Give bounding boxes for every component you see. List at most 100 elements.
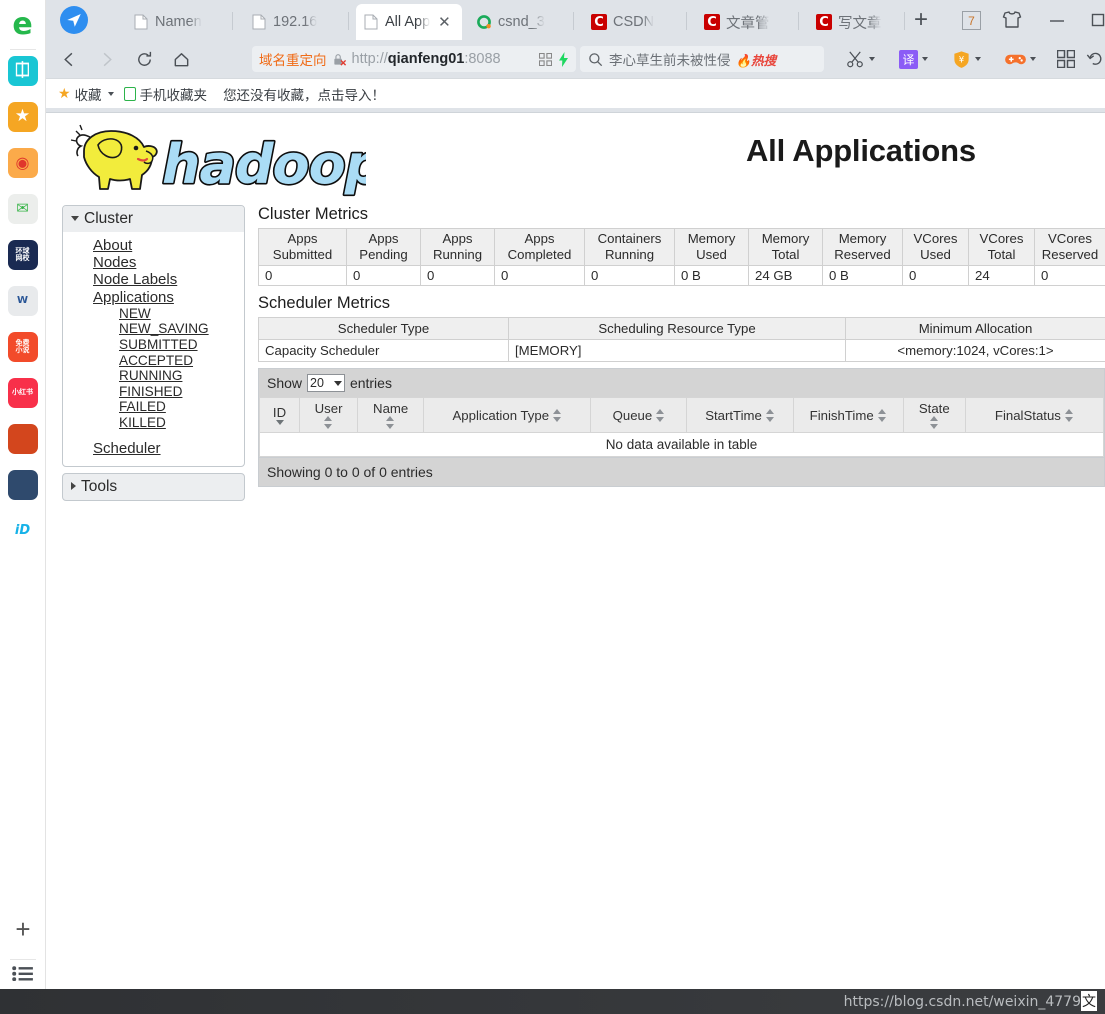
sidebar-link[interactable]: Node Labels bbox=[93, 271, 177, 288]
tab-count-badge[interactable]: 7 bbox=[962, 11, 981, 30]
dock-item-iqiyi[interactable]: iD bbox=[7, 516, 38, 546]
dock-item-global-netease[interactable]: 环球 网校 bbox=[7, 240, 38, 270]
bookmarks-import-hint[interactable]: 您还没有收藏，点击导入！ bbox=[223, 84, 385, 104]
sidebar-link[interactable]: ACCEPTED bbox=[119, 353, 193, 368]
translate-tool-button[interactable]: 译 bbox=[899, 46, 928, 72]
address-bar[interactable]: 域名重定向 http://qianfeng01:8088 bbox=[252, 46, 576, 72]
dock-item-weibo[interactable]: ◉ bbox=[7, 148, 38, 178]
cluster-panel-header[interactable]: Cluster bbox=[63, 206, 244, 232]
dock-item-free-novel[interactable]: 免费 小说 bbox=[7, 332, 38, 362]
dock-item-game-one[interactable] bbox=[7, 424, 38, 454]
datatable-info: Showing 0 to 0 of 0 entries bbox=[259, 457, 1104, 486]
col-application-type[interactable]: Application Type bbox=[423, 397, 592, 433]
sidebar-item-accepted[interactable]: ACCEPTED bbox=[63, 353, 244, 369]
insecure-lock-icon[interactable] bbox=[332, 52, 347, 67]
chevron-down-icon[interactable] bbox=[107, 91, 114, 96]
chevron-down-icon[interactable] bbox=[1030, 57, 1036, 61]
sidebar-link[interactable]: KILLED bbox=[119, 415, 166, 430]
bookmark-phone-folder[interactable]: 手机收藏夹 bbox=[123, 84, 208, 104]
tab-namenode[interactable]: Namen bbox=[126, 4, 234, 40]
col-finishtime[interactable]: FinishTime bbox=[792, 397, 904, 433]
sidebar-item-new-saving[interactable]: NEW_SAVING bbox=[63, 321, 244, 337]
window-maximize-button[interactable] bbox=[1087, 10, 1105, 30]
sidebar-item-new[interactable]: NEW bbox=[63, 306, 244, 322]
lightning-icon[interactable] bbox=[558, 51, 569, 67]
gamepad-icon bbox=[1005, 54, 1026, 64]
table-row: 0 0 0 0 0 0 B 24 GB 0 B 0 24 0 bbox=[258, 265, 1105, 286]
bookmark-label: 手机收藏夹 bbox=[139, 87, 208, 104]
sidebar-item-nodes[interactable]: Nodes bbox=[63, 254, 244, 271]
sort-desc-icon bbox=[275, 420, 284, 425]
sidebar-link[interactable]: About bbox=[93, 237, 132, 254]
tab-csnd[interactable]: csnd_3 bbox=[468, 4, 574, 40]
page-size-select[interactable]: 20 bbox=[307, 374, 345, 392]
qr-icon[interactable] bbox=[539, 52, 552, 66]
dock-list-icon[interactable] bbox=[12, 965, 34, 981]
tab-19216[interactable]: 192.16 bbox=[244, 4, 349, 40]
tab-csdn[interactable]: C CSDN bbox=[583, 4, 689, 40]
chevron-down-icon[interactable] bbox=[975, 57, 981, 61]
col-queue[interactable]: Queue bbox=[590, 397, 688, 433]
search-bar[interactable]: 李心草生前未被性侵 🔥热搜 bbox=[580, 46, 824, 72]
tab-close-icon[interactable]: ✕ bbox=[438, 13, 451, 31]
browser-brand-icon[interactable] bbox=[60, 6, 88, 34]
sidebar-link[interactable]: Applications bbox=[93, 289, 174, 306]
cell-memory-used: 0 B bbox=[674, 265, 749, 286]
window-minimize-button[interactable] bbox=[1046, 10, 1068, 30]
sidebar-link[interactable]: NEW bbox=[119, 306, 151, 321]
skin-shirt-icon[interactable] bbox=[1001, 10, 1023, 30]
sidebar-item-failed[interactable]: FAILED bbox=[63, 399, 244, 415]
sidebar-item-submitted[interactable]: SUBMITTED bbox=[63, 337, 244, 353]
bookmark-favorites[interactable]: ★ 收藏 bbox=[58, 84, 114, 104]
col-user[interactable]: User bbox=[299, 397, 359, 433]
sidebar-item-applications[interactable]: Applications bbox=[63, 289, 244, 306]
sidebar-link[interactable]: Nodes bbox=[93, 254, 136, 271]
coupon-tool-button[interactable]: ¥ bbox=[952, 46, 981, 72]
history-tool-button[interactable] bbox=[1086, 46, 1105, 72]
tab-write-article[interactable]: C 写文章 bbox=[808, 4, 914, 40]
sidebar-link[interactable]: Scheduler bbox=[93, 440, 161, 457]
col-starttime[interactable]: StartTime bbox=[686, 397, 794, 433]
sidebar-item-running[interactable]: RUNNING bbox=[63, 368, 244, 384]
dock-item-mail[interactable]: ✉ bbox=[7, 194, 38, 224]
forward-button[interactable] bbox=[93, 46, 119, 72]
col-id[interactable]: ID bbox=[258, 397, 301, 433]
dock-item-xiaohongshu[interactable]: 小红书 bbox=[7, 378, 38, 408]
sidebar-item-node-labels[interactable]: Node Labels bbox=[63, 271, 244, 288]
tab-article-manage[interactable]: C 文章管 bbox=[696, 4, 802, 40]
tab-all-applications[interactable]: All App ✕ bbox=[356, 4, 462, 40]
back-button[interactable] bbox=[56, 46, 82, 72]
screenshot-tool-button[interactable] bbox=[846, 46, 875, 72]
col-state[interactable]: State bbox=[902, 397, 966, 433]
tools-panel-header[interactable]: Tools bbox=[62, 472, 245, 501]
page-icon bbox=[252, 14, 266, 30]
col-name[interactable]: Name bbox=[357, 397, 425, 433]
apps-grid-button[interactable] bbox=[1057, 46, 1075, 72]
tab-label: CSDN bbox=[613, 14, 655, 30]
sidebar-link[interactable]: SUBMITTED bbox=[119, 337, 198, 352]
sidebar-link[interactable]: NEW_SAVING bbox=[119, 321, 209, 336]
sidebar-link[interactable]: FINISHED bbox=[119, 384, 182, 399]
col-finalstatus[interactable]: FinalStatus bbox=[964, 397, 1105, 433]
sidebar-link[interactable]: RUNNING bbox=[119, 368, 182, 383]
dock-item-game-two[interactable] bbox=[7, 470, 38, 500]
chevron-down-icon[interactable] bbox=[922, 57, 928, 61]
sort-icon bbox=[386, 416, 395, 429]
dock-item-favorites[interactable]: ★ bbox=[7, 102, 38, 132]
sidebar-link[interactable]: FAILED bbox=[119, 399, 166, 414]
sidebar-item-finished[interactable]: FINISHED bbox=[63, 384, 244, 400]
sidebar-item-killed[interactable]: KILLED bbox=[63, 415, 244, 431]
reload-button[interactable] bbox=[131, 46, 157, 72]
new-tab-button[interactable]: + bbox=[908, 8, 934, 32]
game-tool-button[interactable] bbox=[1005, 46, 1036, 72]
chevron-down-icon[interactable] bbox=[869, 57, 875, 61]
home-button[interactable] bbox=[168, 46, 194, 72]
dock-item-quick-add[interactable]: ⎅ bbox=[7, 56, 38, 86]
sidebar-item-about[interactable]: About bbox=[63, 237, 244, 254]
dock-item-word-doc[interactable]: W bbox=[7, 286, 38, 316]
translate-icon: 译 bbox=[899, 49, 918, 69]
dock-add-icon[interactable]: + bbox=[15, 916, 30, 942]
dock-divider bbox=[9, 49, 36, 50]
sidebar-item-scheduler[interactable]: Scheduler bbox=[63, 440, 244, 457]
search-input[interactable]: 李心草生前未被性侵 bbox=[609, 49, 731, 69]
